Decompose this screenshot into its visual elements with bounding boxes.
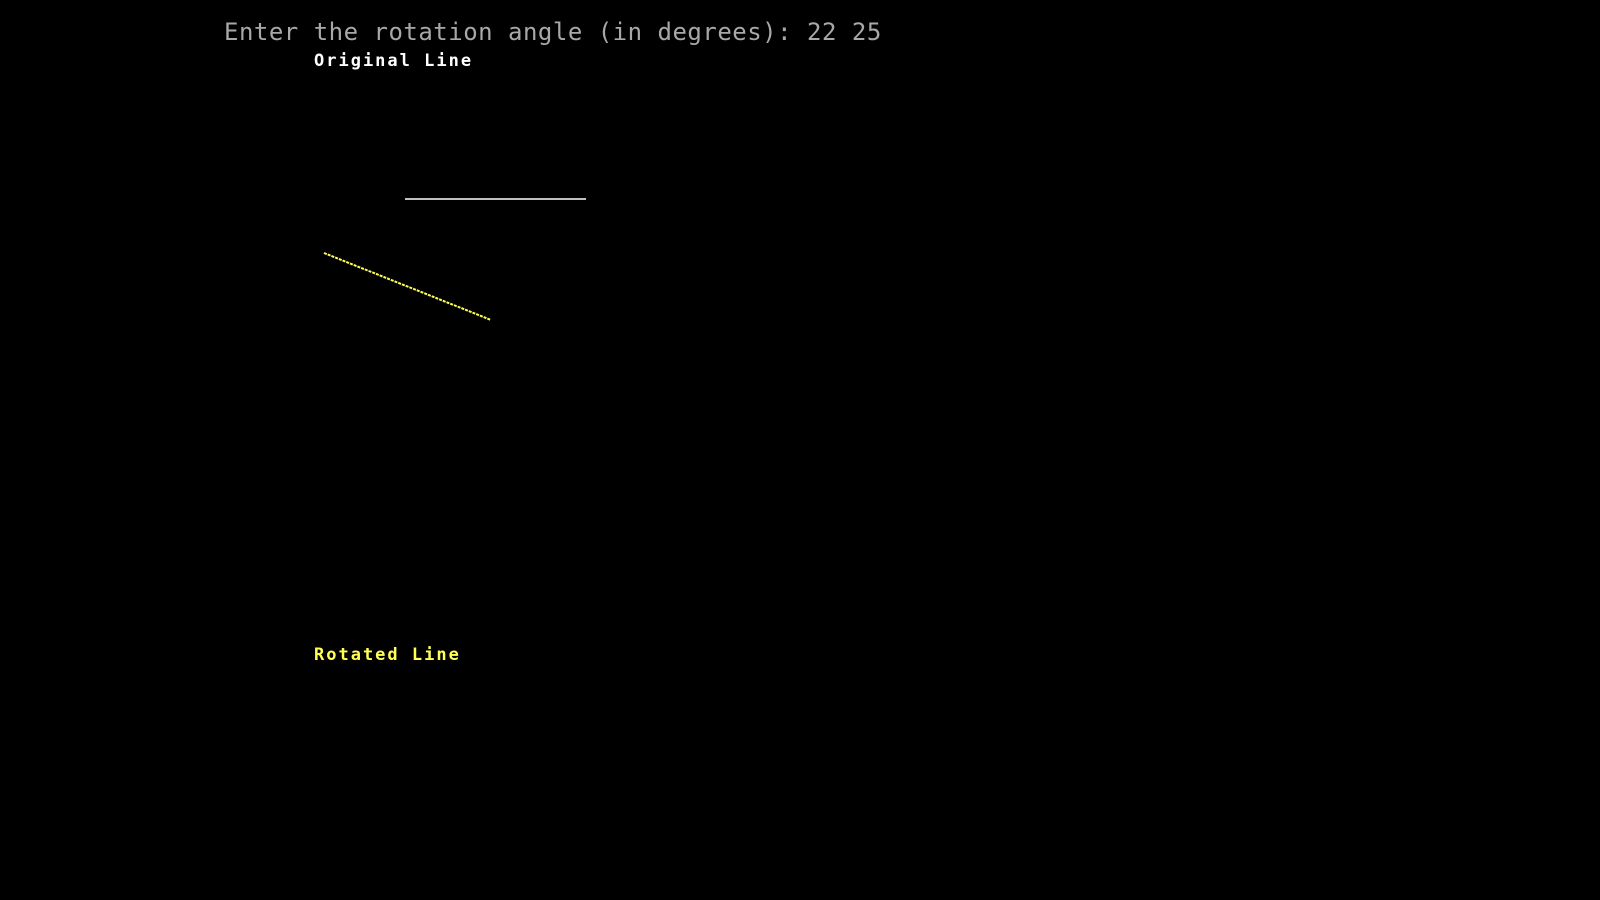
- rotated-line-label: Rotated Line: [314, 645, 461, 665]
- drawing-canvas: [323, 198, 586, 321]
- rotated-line: [323, 252, 492, 321]
- graphics-screen: Enter the rotation angle (in degrees): 2…: [0, 0, 1600, 900]
